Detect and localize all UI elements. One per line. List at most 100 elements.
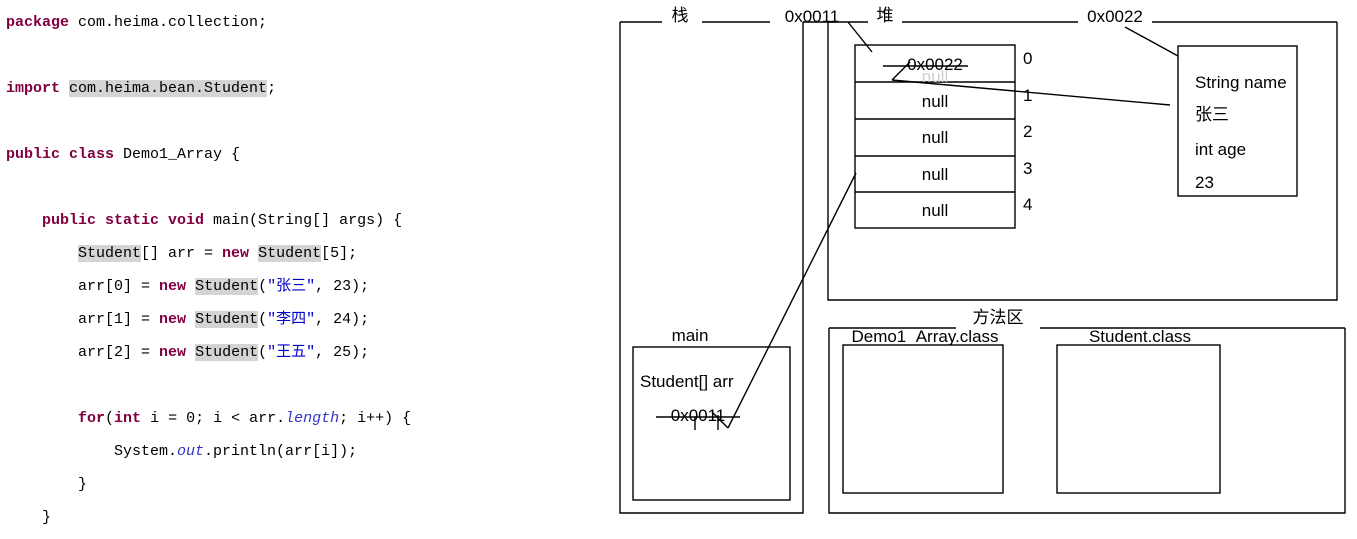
code-line: for(int i = 0; i < arr.length; i++) {: [6, 402, 600, 435]
code-token-highlighted: Student: [258, 245, 322, 262]
code-token: int: [114, 410, 142, 427]
code-token-highlighted: Student: [195, 278, 259, 295]
stack-pointer-label: 0x0011: [784, 7, 840, 26]
code-line: }: [6, 501, 600, 534]
code-token: System.: [6, 443, 178, 460]
object-field-name-type: String name: [1195, 73, 1287, 92]
student-class-label: Student.class: [1088, 327, 1192, 346]
stack-area-title: 栈: [671, 6, 689, 26]
code-token: for: [78, 410, 106, 427]
array-cell-value: null: [921, 91, 949, 111]
jvm-memory-diagram-screenshot: package com.heima.collection; import com…: [0, 0, 1357, 539]
code-line: }: [6, 468, 600, 501]
code-token: "李四": [267, 311, 316, 328]
code-token: arr[2] =: [6, 344, 160, 361]
array-index-label: 0: [1023, 49, 1033, 68]
code-token: import: [6, 80, 61, 97]
code-line: import com.heima.bean.Student;: [6, 72, 600, 105]
array-cell-erased-value: null: [921, 67, 949, 86]
code-token-highlighted: Student: [195, 311, 259, 328]
array-index-label: 4: [1023, 195, 1033, 215]
code-token: .println(arr[i]);: [204, 443, 358, 460]
code-token: }: [6, 509, 52, 526]
code-token: [5];: [321, 245, 358, 262]
code-token: new: [159, 311, 187, 328]
main-frame-variable-value: 0x0011: [670, 406, 726, 425]
code-line: public class Demo1_Array {: [6, 138, 600, 171]
memory-model-diagram: 栈 0x0011 main Student[] arr 0x0011 堆 0x0…: [600, 0, 1357, 539]
demo1-array-class-box: [842, 344, 1004, 494]
stack-pointer-label-arrow: [847, 21, 873, 53]
code-line: arr[2] = new Student("王五", 25);: [6, 336, 600, 369]
code-token: new: [159, 278, 187, 295]
object-field-age-type: int age: [1195, 140, 1247, 159]
array-index-label: 3: [1023, 158, 1033, 178]
code-token: , 23);: [315, 278, 370, 295]
code-token: length: [285, 410, 340, 427]
code-token: }: [6, 476, 88, 493]
code-token-highlighted: Student: [195, 344, 259, 361]
main-frame-variable-type: Student[] arr: [640, 372, 734, 391]
code-token: out: [177, 443, 205, 460]
code-line: Student[] arr = new Student[5];: [6, 237, 600, 270]
heap-area-title: 堆: [876, 6, 894, 26]
code-token-highlighted: Student: [78, 245, 142, 262]
object-field-name-value: 张三: [1195, 105, 1229, 125]
code-token: arr[1] =: [6, 311, 160, 328]
code-token: "王五": [267, 344, 316, 361]
code-line: public static void main(String[] args) {: [6, 204, 600, 237]
code-token: [] arr =: [141, 245, 223, 262]
code-token: main(String[] args) {: [204, 212, 403, 229]
code-token: new: [159, 344, 187, 361]
code-token: i = 0; i < arr.: [141, 410, 286, 427]
code-token: public class: [6, 146, 115, 163]
code-token: "张三": [267, 278, 316, 295]
array-index-label: 1: [1023, 85, 1033, 105]
code-token: com.heima.collection;: [69, 14, 268, 31]
array-cell-value: null: [921, 164, 949, 184]
code-listing: package com.heima.collection; import com…: [6, 6, 600, 539]
object-field-age-value: 23: [1195, 173, 1214, 192]
array-cell-value: null: [921, 128, 949, 148]
method-area-title: 方法区: [972, 308, 1024, 328]
code-line: package com.heima.collection;: [6, 6, 600, 39]
code-line: System.out.println(arr[i]);: [6, 435, 600, 468]
code-token: (: [258, 278, 268, 295]
code-token: (: [258, 344, 268, 361]
code-token: ; i++) {: [339, 410, 412, 427]
code-token: public static void: [42, 212, 205, 229]
code-token: (: [258, 311, 268, 328]
code-token: package: [6, 14, 70, 31]
java-code-pane: package com.heima.collection; import com…: [0, 0, 600, 539]
heap-pointer-label-arrow: [1124, 26, 1179, 57]
code-token-highlighted: com.heima.bean.Student: [69, 80, 268, 97]
code-token: Demo1_Array {: [114, 146, 241, 163]
code-token: (: [105, 410, 115, 427]
code-line: arr[0] = new Student("张三", 23);: [6, 270, 600, 303]
code-line: arr[1] = new Student("李四", 24);: [6, 303, 600, 336]
method-area-outline: [828, 328, 1346, 514]
array-index-label: 2: [1023, 122, 1033, 142]
code-token: , 24);: [315, 311, 370, 328]
code-token: ;: [267, 80, 277, 97]
heap-pointer-label: 0x0022: [1087, 7, 1143, 26]
student-class-box: [1056, 344, 1221, 494]
code-token: arr[0] =: [6, 278, 160, 295]
heap-box-outline: [827, 22, 1338, 301]
code-token: , 25);: [315, 344, 370, 361]
demo1-array-class-label: Demo1_Array.class: [851, 327, 999, 346]
code-token: new: [222, 245, 250, 262]
